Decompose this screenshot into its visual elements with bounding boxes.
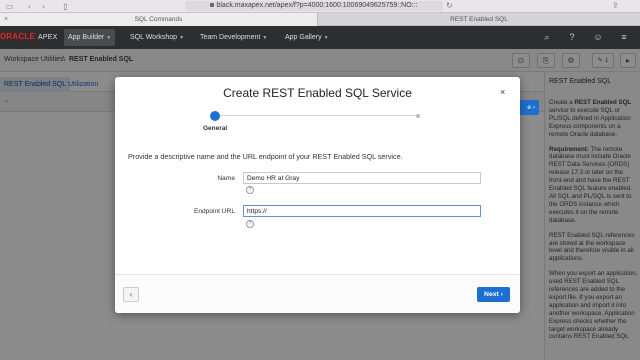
chevron-down-icon: ▼	[323, 35, 329, 41]
chevron-down-icon: ▼	[179, 35, 185, 41]
wizard-step-final	[416, 114, 420, 118]
menu-label: App Builder	[68, 34, 105, 41]
user-icon[interactable]: ☺	[592, 31, 604, 43]
chevron-left-icon: ‹	[129, 290, 133, 299]
share-icon[interactable]: ⇪	[612, 1, 619, 10]
wizard-progress-track	[215, 115, 419, 116]
search-icon[interactable]: ⌕	[541, 31, 553, 43]
chevron-right-icon: ›	[532, 104, 535, 111]
dialog-description: Provide a descriptive name and the URL e…	[128, 152, 403, 161]
menu-app-builder[interactable]: App Builder ▼	[64, 29, 116, 46]
apex-header: ORACLE APEX App Builder ▼ SQL Workshop ▼ Te…	[0, 26, 640, 49]
forward-icon[interactable]: ›	[38, 2, 49, 11]
endpoint-url-input[interactable]	[243, 205, 481, 217]
menu-label: App Gallery	[285, 34, 322, 41]
close-icon[interactable]: ×	[4, 13, 8, 26]
menu-icon[interactable]: ≡	[618, 31, 630, 43]
endpoint-url-label: Endpoint URL	[193, 208, 235, 215]
browser-toolbar: ▭ ‹ › ▯ black.maxapex.net/apex/f?p=4000:…	[0, 0, 640, 13]
chevron-right-icon: ›	[500, 291, 503, 298]
chevron-down-icon: ▼	[106, 35, 112, 41]
help-icon[interactable]: ?	[246, 220, 254, 228]
tabs-overview-icon[interactable]: ▯	[60, 2, 71, 11]
menu-sql-workshop[interactable]: SQL Workshop ▼	[126, 29, 188, 46]
create-button-peek: e ›	[517, 100, 539, 115]
tab-label: SQL Commands	[134, 16, 183, 23]
next-button[interactable]: Next ›	[477, 287, 510, 302]
previous-button[interactable]: ‹	[123, 287, 139, 302]
wizard-step-current	[210, 111, 220, 121]
lock-icon	[210, 3, 215, 7]
apex-logo[interactable]: ORACLE APEX	[0, 32, 57, 41]
help-icon[interactable]: ?	[246, 186, 254, 194]
dialog-title: Create REST Enabled SQL Service	[223, 86, 412, 100]
help-icon[interactable]: ?	[566, 31, 578, 43]
tab-label: REST Enabled SQL	[450, 16, 508, 23]
browser-tab-sql-commands[interactable]: × SQL Commands	[0, 13, 318, 26]
wizard-step-label: General	[203, 125, 228, 132]
browser-tab-strip: × SQL Commands REST Enabled SQL	[0, 13, 640, 26]
name-input[interactable]	[243, 172, 481, 184]
close-icon[interactable]: ×	[500, 87, 505, 97]
reload-icon[interactable]: ↻	[446, 1, 453, 10]
chevron-down-icon: ▼	[262, 35, 268, 41]
logo-oracle: ORACLE	[0, 32, 35, 41]
sidebar-toggle-icon[interactable]: ▭	[4, 2, 15, 11]
browser-tab-rest-enabled-sql[interactable]: REST Enabled SQL	[318, 13, 640, 26]
menu-label: SQL Workshop	[130, 34, 178, 41]
logo-apex: APEX	[37, 34, 58, 41]
dialog-footer: ‹ Next ›	[115, 274, 520, 313]
menu-app-gallery[interactable]: App Gallery ▼	[281, 29, 333, 46]
address-bar[interactable]: black.maxapex.net/apex/f?p=4000:1600:100…	[185, 1, 443, 11]
url-text: black.maxapex.net/apex/f?p=4000:1600:100…	[216, 2, 418, 9]
menu-label: Team Development	[200, 34, 261, 41]
create-rest-sql-dialog: Create REST Enabled SQL Service × Genera…	[115, 77, 520, 313]
back-icon[interactable]: ‹	[24, 2, 35, 11]
name-label: Name	[217, 175, 235, 182]
menu-team-development[interactable]: Team Development ▼	[196, 29, 271, 46]
